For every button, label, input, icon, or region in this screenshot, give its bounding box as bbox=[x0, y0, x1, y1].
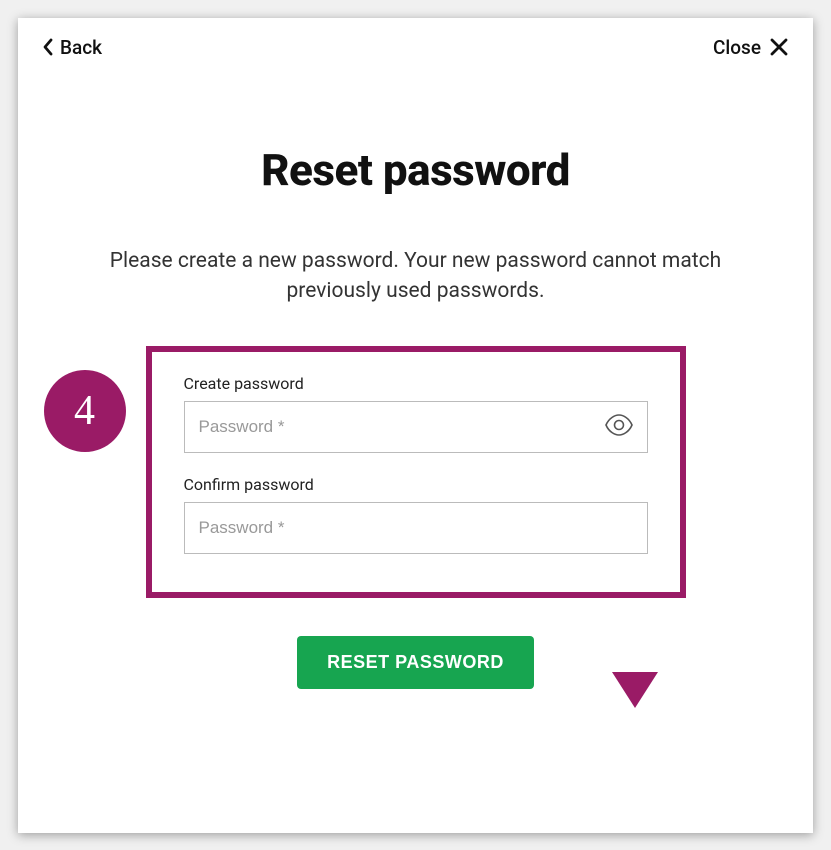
submit-row: RESET PASSWORD bbox=[42, 636, 789, 689]
confirm-password-label: Confirm password bbox=[184, 475, 648, 494]
create-password-group: Create password bbox=[184, 374, 648, 453]
show-password-toggle[interactable] bbox=[604, 414, 634, 440]
step-number-badge: 4 bbox=[44, 370, 126, 452]
page-title: Reset password bbox=[42, 144, 789, 196]
back-label: Back bbox=[60, 36, 102, 59]
reset-password-button[interactable]: RESET PASSWORD bbox=[297, 636, 534, 689]
create-password-input[interactable] bbox=[184, 401, 648, 453]
close-label: Close bbox=[713, 36, 761, 59]
close-button[interactable]: Close bbox=[713, 36, 789, 59]
confirm-password-input-wrap bbox=[184, 502, 648, 554]
chevron-left-icon bbox=[42, 38, 54, 56]
eye-icon bbox=[604, 414, 634, 436]
reset-password-modal: Back Close Reset password Please create … bbox=[18, 18, 813, 833]
create-password-label: Create password bbox=[184, 374, 648, 393]
close-icon bbox=[769, 37, 789, 57]
create-password-input-wrap bbox=[184, 401, 648, 453]
password-fields-highlight: 4 Create password Confirm password bbox=[146, 346, 686, 598]
instructions-text: Please create a new password. Your new p… bbox=[42, 246, 789, 307]
back-button[interactable]: Back bbox=[42, 36, 102, 59]
modal-topbar: Back Close bbox=[42, 36, 789, 59]
confirm-password-input[interactable] bbox=[184, 502, 648, 554]
confirm-password-group: Confirm password bbox=[184, 475, 648, 554]
annotation-arrow-icon bbox=[612, 672, 658, 708]
